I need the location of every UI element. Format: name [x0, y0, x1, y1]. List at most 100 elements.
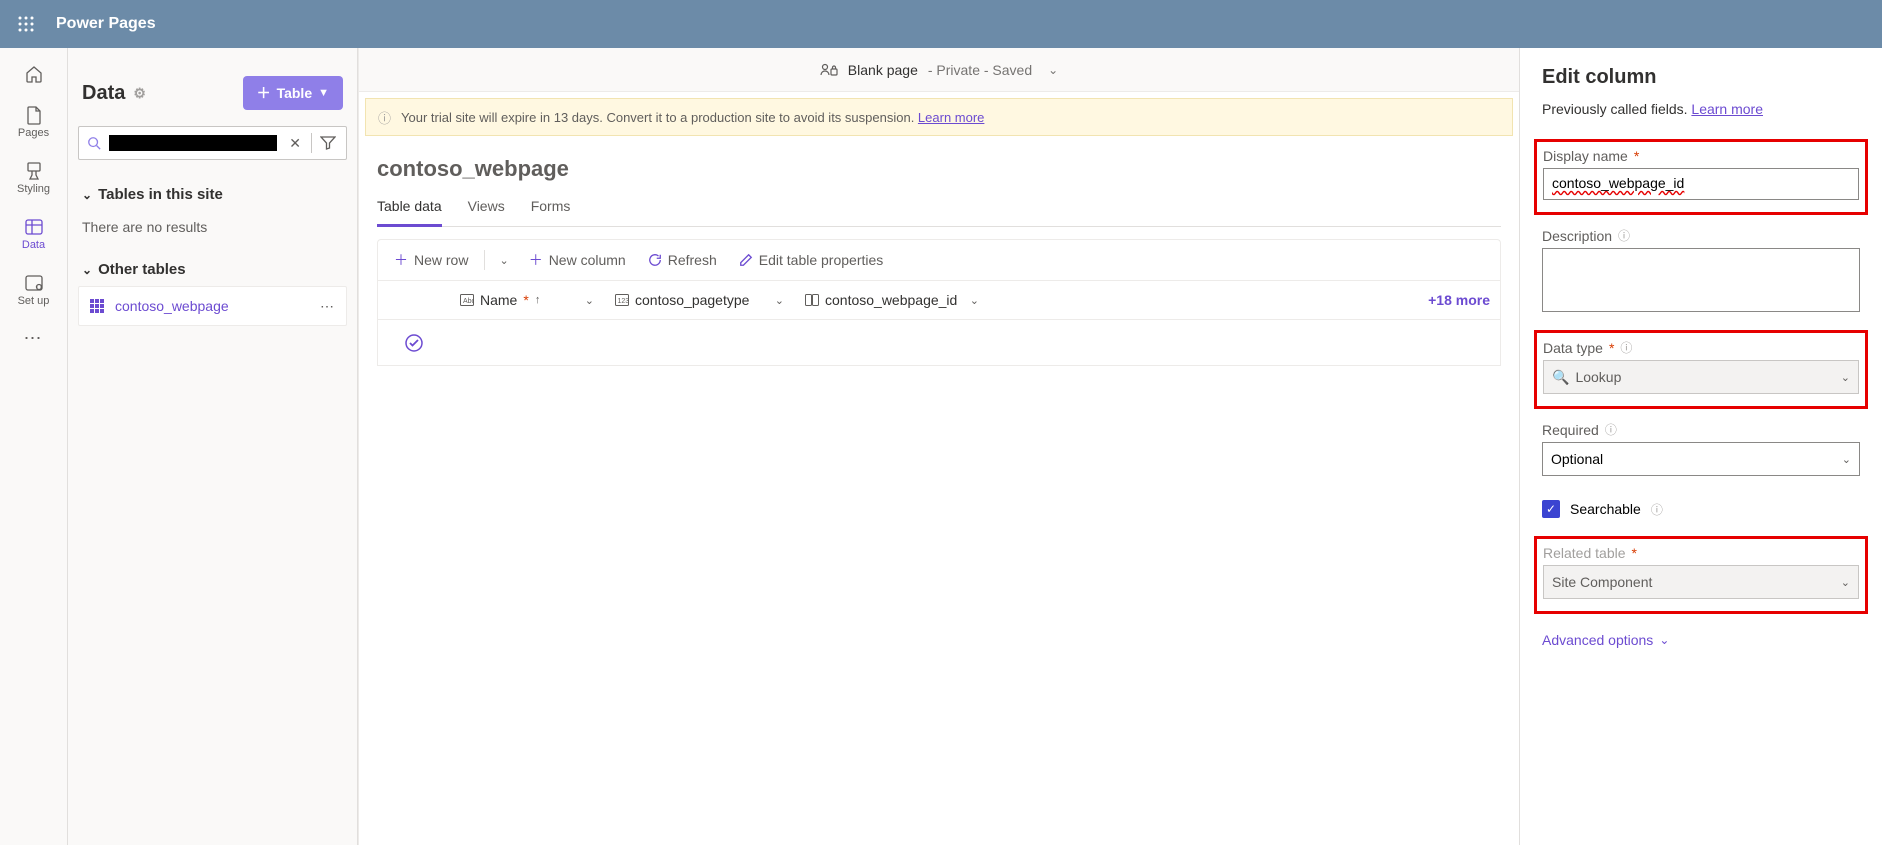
chevron-down-icon: ⌄ — [82, 263, 92, 277]
description-label: Description ⓘ — [1542, 227, 1860, 244]
related-table-select: Site Component ⌄ — [1543, 565, 1859, 599]
info-icon: ⓘ — [1605, 421, 1617, 438]
description-input[interactable] — [1542, 248, 1860, 312]
display-name-label: Display name * — [1543, 148, 1859, 164]
check-icon — [405, 334, 423, 352]
text-type-icon: Abc — [460, 294, 474, 306]
edit-props-button[interactable]: Edit table properties — [731, 248, 892, 272]
new-table-button[interactable]: ＋ Table ▼ — [243, 76, 343, 110]
searchable-label: Searchable — [1570, 501, 1641, 517]
section-title: Tables in this site — [98, 186, 223, 203]
chevron-down-icon: ⌄ — [585, 294, 594, 307]
column-header-webpage[interactable]: contoso_webpage_id ⌄ — [795, 281, 990, 319]
info-icon: ⓘ — [1620, 339, 1632, 356]
column-header-pagetype[interactable]: 123 contoso_pagetype ⌄ — [605, 281, 795, 319]
rail-item-setup[interactable]: Set up — [0, 262, 67, 318]
refresh-button[interactable]: Refresh — [640, 248, 725, 272]
new-column-button[interactable]: ＋New column — [521, 246, 634, 274]
side-panel: Data ⚙ ＋ Table ▼ ✕ ⌄ Tables in this site — [68, 48, 358, 845]
data-type-select: 🔍Lookup ⌄ — [1543, 360, 1859, 394]
rail-label: Data — [22, 239, 45, 251]
data-icon — [24, 217, 44, 237]
setup-icon — [24, 273, 44, 293]
home-icon[interactable] — [0, 54, 67, 94]
search-icon: 🔍 — [1552, 369, 1569, 385]
table-list-item[interactable]: contoso_webpage ⋯ — [78, 286, 347, 326]
advanced-options-toggle[interactable]: Advanced options ⌄ — [1542, 632, 1860, 648]
edit-icon — [739, 253, 753, 267]
plus-icon: ＋ — [394, 250, 408, 270]
page-bar[interactable]: Blank page - Private - Saved ⌄ — [359, 48, 1519, 92]
search-icon — [85, 136, 103, 150]
more-columns-button[interactable]: +18 more — [1428, 281, 1500, 319]
col-label: Name — [480, 292, 517, 308]
svg-text:Abc: Abc — [463, 298, 474, 305]
chevron-down-icon: ⌄ — [499, 254, 508, 267]
panel-subtitle: Previously called fields. — [1542, 101, 1691, 117]
cmd-label: New column — [549, 252, 626, 268]
trial-banner: ⓘ Your trial site will expire in 13 days… — [365, 98, 1513, 136]
cmd-label: Refresh — [668, 252, 717, 268]
search-input[interactable] — [109, 135, 277, 151]
col-label: contoso_pagetype — [635, 292, 749, 308]
table-more-icon[interactable]: ⋯ — [320, 298, 336, 315]
top-bar: Power Pages — [0, 0, 1882, 48]
table-tabs: Table data Views Forms — [377, 188, 1501, 227]
tab-table-data[interactable]: Table data — [377, 188, 442, 226]
grid-header: Abc Name* ↑ ⌄ 123 contoso_pagetype ⌄ con… — [377, 280, 1501, 320]
refresh-icon — [648, 253, 662, 267]
related-table-label: Related table * — [1543, 545, 1859, 561]
filter-icon[interactable] — [316, 136, 340, 150]
gear-icon[interactable]: ⚙ — [133, 85, 146, 102]
rail-label: Set up — [18, 295, 50, 307]
section-site-tables[interactable]: ⌄ Tables in this site — [78, 178, 347, 211]
chevron-down-icon: ⌄ — [1842, 453, 1851, 466]
clear-search-icon[interactable]: ✕ — [283, 135, 307, 152]
page-privacy-icon — [820, 62, 838, 78]
info-icon: ⓘ — [378, 108, 391, 127]
section-title: Other tables — [98, 261, 186, 278]
rail-item-data[interactable]: Data — [0, 206, 67, 262]
chevron-down-icon: ⌄ — [1841, 576, 1850, 589]
brand-title: Power Pages — [56, 15, 156, 33]
learn-more-link[interactable]: Learn more — [1691, 101, 1763, 117]
info-icon: ⓘ — [1651, 501, 1663, 518]
col-label: contoso_webpage_id — [825, 292, 957, 308]
highlight-data-type: Data type * ⓘ 🔍Lookup ⌄ — [1534, 330, 1868, 409]
app-launcher-icon[interactable] — [8, 6, 44, 42]
number-type-icon: 123 — [615, 294, 629, 306]
sort-asc-icon: ↑ — [535, 294, 541, 306]
required-label: Required ⓘ — [1542, 421, 1860, 438]
column-header-name[interactable]: Abc Name* ↑ ⌄ — [450, 281, 605, 319]
panel-title: Edit column — [1542, 66, 1860, 89]
chevron-down-icon: ⌄ — [1659, 633, 1669, 647]
searchable-checkbox[interactable]: ✓ — [1542, 500, 1560, 518]
section-other-tables[interactable]: ⌄ Other tables — [78, 253, 347, 286]
side-panel-title: Data — [82, 82, 125, 105]
no-results-text: There are no results — [78, 211, 347, 253]
command-bar: ＋New row ⌄ ＋New column Refresh Edit tabl… — [377, 239, 1501, 280]
table-title: contoso_webpage — [377, 156, 1501, 182]
new-row-button[interactable]: ＋New row — [386, 246, 476, 274]
banner-learn-more-link[interactable]: Learn more — [918, 110, 984, 125]
chevron-down-icon: ⌄ — [82, 188, 92, 202]
chevron-down-icon: ⌄ — [1048, 63, 1058, 77]
tab-views[interactable]: Views — [468, 188, 505, 226]
chevron-down-icon: ⌄ — [1841, 371, 1850, 384]
edit-column-panel: Edit column Previously called fields. Le… — [1519, 48, 1882, 845]
rail-item-pages[interactable]: Pages — [0, 94, 67, 150]
page-icon — [24, 105, 44, 125]
tab-forms[interactable]: Forms — [531, 188, 571, 226]
new-row-split-button[interactable]: ⌄ — [493, 250, 514, 271]
display-name-input[interactable]: contoso_webpage_id — [1543, 168, 1859, 200]
chevron-down-icon: ⌄ — [970, 294, 979, 307]
page-name: Blank page — [848, 62, 918, 78]
data-row[interactable] — [377, 320, 1501, 366]
required-select[interactable]: Optional ⌄ — [1542, 442, 1860, 476]
highlight-display-name: Display name * contoso_webpage_id — [1534, 139, 1868, 215]
rail-item-styling[interactable]: Styling — [0, 150, 67, 206]
table-name: contoso_webpage — [115, 298, 229, 314]
rail-more-icon[interactable]: ⋯ — [0, 318, 67, 358]
search-input-container: ✕ — [78, 126, 347, 160]
svg-text:123: 123 — [618, 298, 630, 305]
